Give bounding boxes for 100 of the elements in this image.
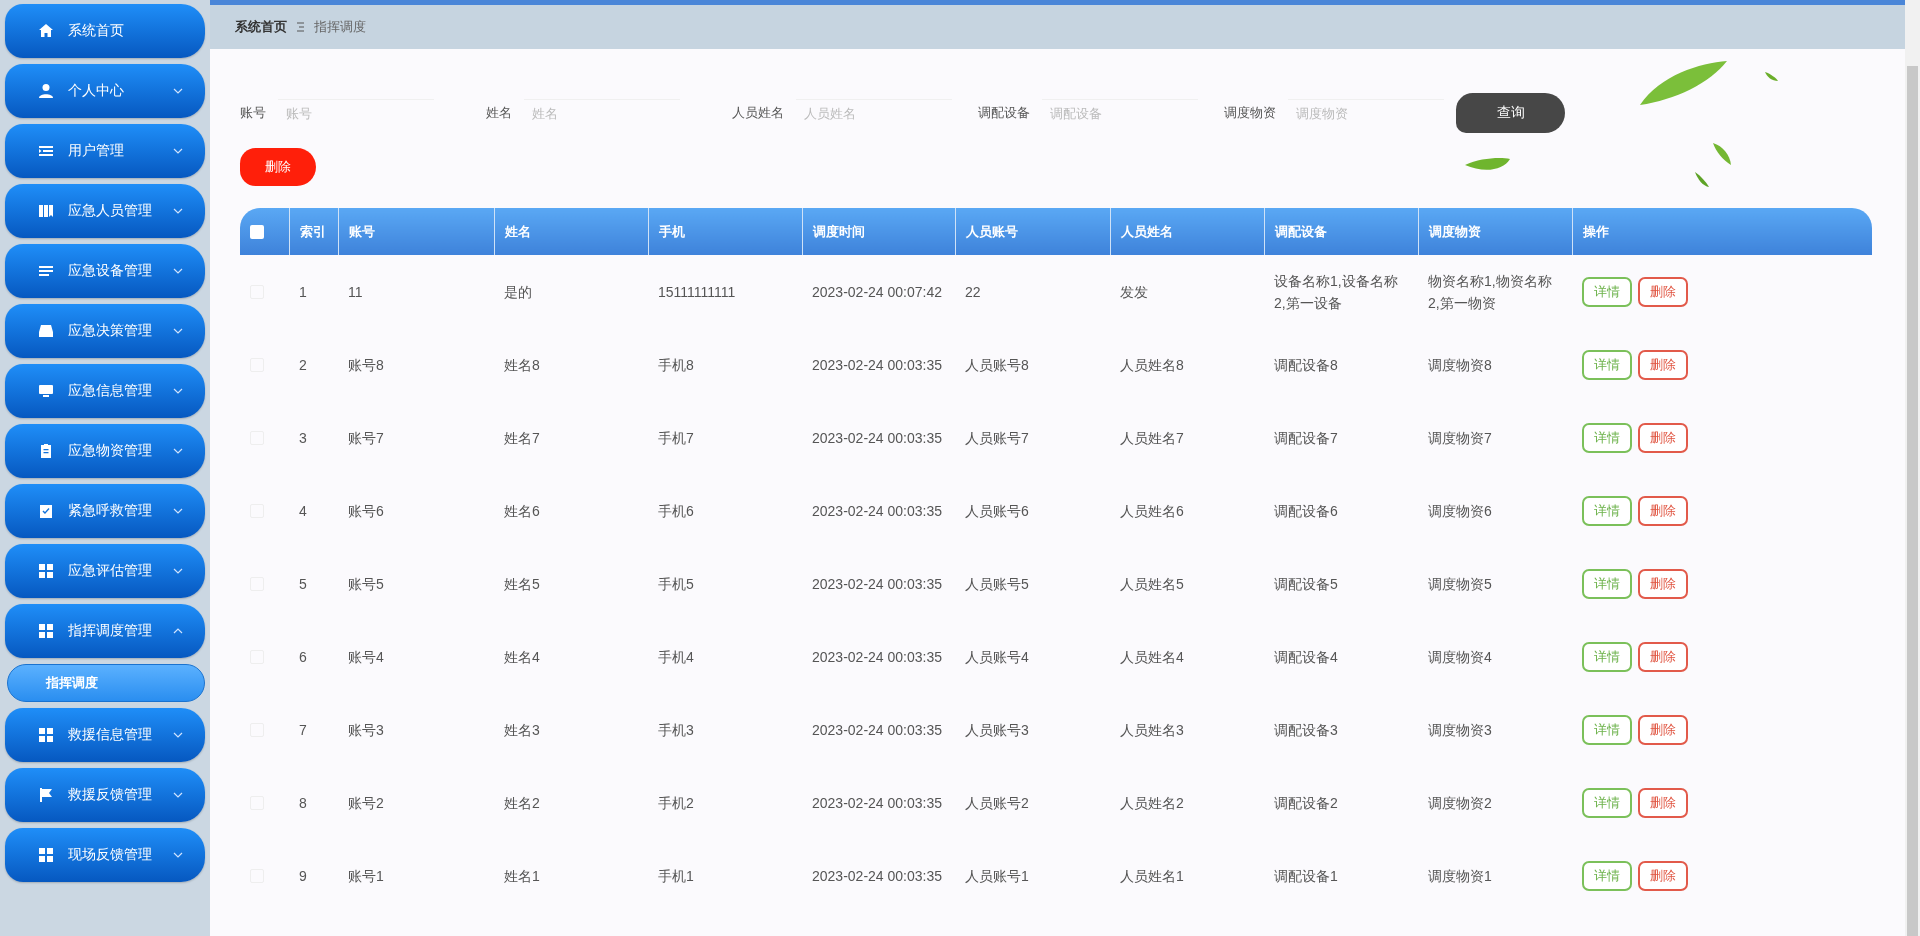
- sidebar-item[interactable]: 应急决策管理: [5, 304, 205, 358]
- delete-button[interactable]: 删除: [1638, 568, 1688, 599]
- table-cell-text: 2023-02-24 00:03:35: [811, 793, 943, 813]
- inbox-icon: [38, 323, 54, 339]
- table-cell: 15111111111: [648, 255, 802, 328]
- sidebar-item[interactable]: 紧急呼救管理: [5, 484, 205, 538]
- details-button[interactable]: 详情: [1582, 349, 1632, 380]
- sidebar-item[interactable]: 应急人员管理: [5, 184, 205, 238]
- table-cell-text: 姓名1: [503, 866, 541, 886]
- delete-button[interactable]: 删除: [1638, 495, 1688, 526]
- delete-button[interactable]: 删除: [1638, 714, 1688, 745]
- table-cell-text: 手机1: [657, 866, 695, 886]
- sidebar-item[interactable]: 个人中心: [5, 64, 205, 118]
- table-cell-text: 2023-02-24 00:03:35: [811, 647, 943, 667]
- sidebar-item[interactable]: 救援信息管理: [5, 708, 205, 762]
- table-cell-text: 2023-02-24 00:03:35: [811, 501, 943, 521]
- sidebar-item[interactable]: 指挥调度管理: [5, 604, 205, 658]
- flag-icon: [38, 787, 54, 803]
- table-cell-text: 账号7: [347, 428, 385, 448]
- delete-button[interactable]: 删除: [1638, 787, 1688, 818]
- table-cell-text: 3: [298, 428, 308, 448]
- table-cell-text: 人员姓名8: [1119, 355, 1185, 375]
- table-cell-text: 账号6: [347, 501, 385, 521]
- column-header: 人员姓名: [1110, 208, 1264, 255]
- search-field[interactable]: 调度物资: [1288, 98, 1444, 128]
- table-cell-text: 账号5: [347, 574, 385, 594]
- table-cell-text: 8: [298, 793, 308, 813]
- table-cell-text: 人员姓名6: [1119, 501, 1185, 521]
- table-cell-text: 调度物资4: [1427, 647, 1493, 667]
- table-cell-text: 人员姓名3: [1119, 720, 1185, 740]
- details-button[interactable]: 详情: [1582, 276, 1632, 307]
- table-cell-text: 调配设备7: [1273, 428, 1339, 448]
- table-cell-text: 4: [298, 501, 308, 521]
- table-cell-text: 账号8: [347, 355, 385, 375]
- table-cell: 物资名称1,物资名称2,第一物资: [1418, 255, 1572, 328]
- sidebar-item[interactable]: 应急信息管理: [5, 364, 205, 418]
- list-icon: [38, 263, 54, 279]
- details-button[interactable]: 详情: [1582, 787, 1632, 818]
- field-label: 调度物资: [1224, 104, 1276, 122]
- table-cell-text: 姓名7: [503, 428, 541, 448]
- column-header: 手机: [648, 208, 802, 255]
- table-cell-text: 2023-02-24 00:03:35: [811, 574, 943, 594]
- book-icon: [38, 203, 54, 219]
- sidebar-item[interactable]: 现场反馈管理: [5, 828, 205, 882]
- table-cell-text: 姓名3: [503, 720, 541, 740]
- table-cell-text: 手机2: [657, 793, 695, 813]
- column-header: 人员账号: [955, 208, 1110, 255]
- delete-button[interactable]: 删除: [1638, 349, 1688, 380]
- table-cell: 发发: [1110, 255, 1264, 328]
- table-cell-text: 调度物资6: [1427, 501, 1493, 521]
- delete-button[interactable]: 删除: [240, 148, 316, 186]
- search-field[interactable]: 账号: [278, 98, 434, 128]
- sidebar-item[interactable]: 应急设备管理: [5, 244, 205, 298]
- sidebar-item[interactable]: 应急评估管理: [5, 544, 205, 598]
- table-cell-text: 调配设备8: [1273, 355, 1339, 375]
- table-cell-text: 账号1: [347, 866, 385, 886]
- table-cell-text: 2023-02-24 00:03:35: [811, 720, 943, 740]
- search-field[interactable]: 调配设备: [1042, 98, 1198, 128]
- details-button[interactable]: 详情: [1582, 641, 1632, 672]
- sidebar-item[interactable]: 用户管理: [5, 124, 205, 178]
- sidebar-subitem[interactable]: 指挥调度: [7, 664, 205, 702]
- table-cell: 11: [338, 255, 494, 328]
- table-cell-text: 人员账号3: [964, 720, 1030, 740]
- table-cell: 是的: [494, 255, 648, 328]
- sidebar-item[interactable]: 系统首页: [5, 4, 205, 58]
- table-cell-text: 2023-02-24 00:03:35: [811, 428, 943, 448]
- search-button[interactable]: 查询: [1456, 93, 1565, 133]
- table-cell-text: 姓名5: [503, 574, 541, 594]
- table-cell-text: 手机4: [657, 647, 695, 667]
- table-cell-text: 人员账号1: [964, 866, 1030, 886]
- separator-icon: [297, 22, 304, 32]
- table-cell-text: 调度物资8: [1427, 355, 1493, 375]
- table-cell-text: 手机3: [657, 720, 695, 740]
- details-button[interactable]: 详情: [1582, 714, 1632, 745]
- table-cell-text: 手机7: [657, 428, 695, 448]
- table-cell-text: 人员姓名5: [1119, 574, 1185, 594]
- select-all-checkbox[interactable]: [250, 224, 264, 239]
- sidebar-item[interactable]: 救援反馈管理: [5, 768, 205, 822]
- scrollbar[interactable]: [1905, 0, 1920, 936]
- search-field[interactable]: 人员姓名: [796, 98, 952, 128]
- table-cell-text: 调度物资2: [1427, 793, 1493, 813]
- details-button[interactable]: 详情: [1582, 860, 1632, 891]
- delete-button[interactable]: 删除: [1638, 422, 1688, 453]
- details-button[interactable]: 详情: [1582, 422, 1632, 453]
- table-cell: 1: [289, 255, 338, 328]
- breadcrumb-link[interactable]: 系统首页: [235, 18, 287, 36]
- details-button[interactable]: 详情: [1582, 568, 1632, 599]
- search-field[interactable]: 姓名: [524, 98, 680, 128]
- table-cell-text: 账号3: [347, 720, 385, 740]
- table-cell-text: 姓名6: [503, 501, 541, 521]
- delete-button[interactable]: 删除: [1638, 276, 1688, 307]
- field-label: 调配设备: [978, 104, 1030, 122]
- grid-icon: [38, 847, 54, 863]
- delete-button[interactable]: 删除: [1638, 641, 1688, 672]
- details-button[interactable]: 详情: [1582, 495, 1632, 526]
- delete-button[interactable]: 删除: [1638, 860, 1688, 891]
- table-cell-text: 人员姓名4: [1119, 647, 1185, 667]
- table-cell: 设备名称1,设备名称2,第一设备: [1264, 255, 1418, 328]
- breadcrumb-link[interactable]: 指挥调度: [314, 18, 366, 36]
- sidebar-item[interactable]: 应急物资管理: [5, 424, 205, 478]
